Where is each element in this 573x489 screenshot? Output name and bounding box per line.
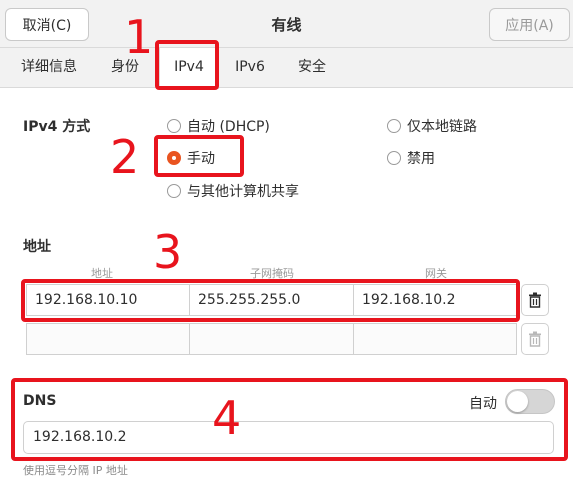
radio-circle-icon (387, 119, 401, 133)
annotation-number-2: 2 (110, 130, 140, 184)
radio-auto-dhcp[interactable]: 自动 (DHCP) (167, 116, 270, 136)
header-bar: 取消(C) 有线 应用(A) (0, 0, 573, 48)
radio-link-local[interactable]: 仅本地链路 (387, 116, 477, 136)
tab-details[interactable]: 详细信息 (9, 48, 89, 88)
window-title: 有线 (271, 16, 302, 34)
radio-label: 禁用 (407, 151, 435, 167)
radio-label: 与其他计算机共享 (187, 184, 299, 200)
radio-circle-icon (167, 119, 181, 133)
address-field-empty[interactable] (26, 323, 190, 355)
radio-label: 仅本地链路 (407, 119, 477, 135)
delete-row-button-disabled[interactable] (521, 323, 549, 355)
annotation-box-1 (155, 40, 219, 90)
tab-security[interactable]: 安全 (284, 48, 340, 88)
radio-label: 自动 (DHCP) (187, 119, 270, 135)
radio-circle-icon (387, 151, 401, 165)
annotation-number-4: 4 (212, 391, 242, 445)
radio-disabled[interactable]: 禁用 (387, 148, 435, 168)
tab-bar: 详细信息 身份 IPv4 IPv6 安全 (0, 48, 573, 89)
addresses-label: 地址 (23, 239, 51, 255)
annotation-box-3 (21, 279, 520, 322)
annotation-number-3: 3 (153, 225, 183, 279)
annotation-number-1: 1 (124, 10, 154, 64)
apply-button[interactable]: 应用(A) (489, 8, 570, 41)
annotation-box-4 (11, 378, 568, 461)
netmask-field-empty[interactable] (189, 323, 354, 355)
radio-circle-icon (167, 184, 181, 198)
tab-ipv6[interactable]: IPv6 (224, 48, 276, 88)
radio-shared[interactable]: 与其他计算机共享 (167, 181, 299, 201)
annotation-box-2 (154, 135, 244, 177)
trash-icon (529, 292, 541, 308)
gateway-field-empty[interactable] (353, 323, 517, 355)
dns-hint: 使用逗号分隔 IP 地址 (23, 464, 128, 477)
delete-row-button[interactable] (521, 284, 549, 316)
ipv4-method-label: IPv4 方式 (23, 119, 91, 135)
trash-icon (529, 331, 541, 347)
